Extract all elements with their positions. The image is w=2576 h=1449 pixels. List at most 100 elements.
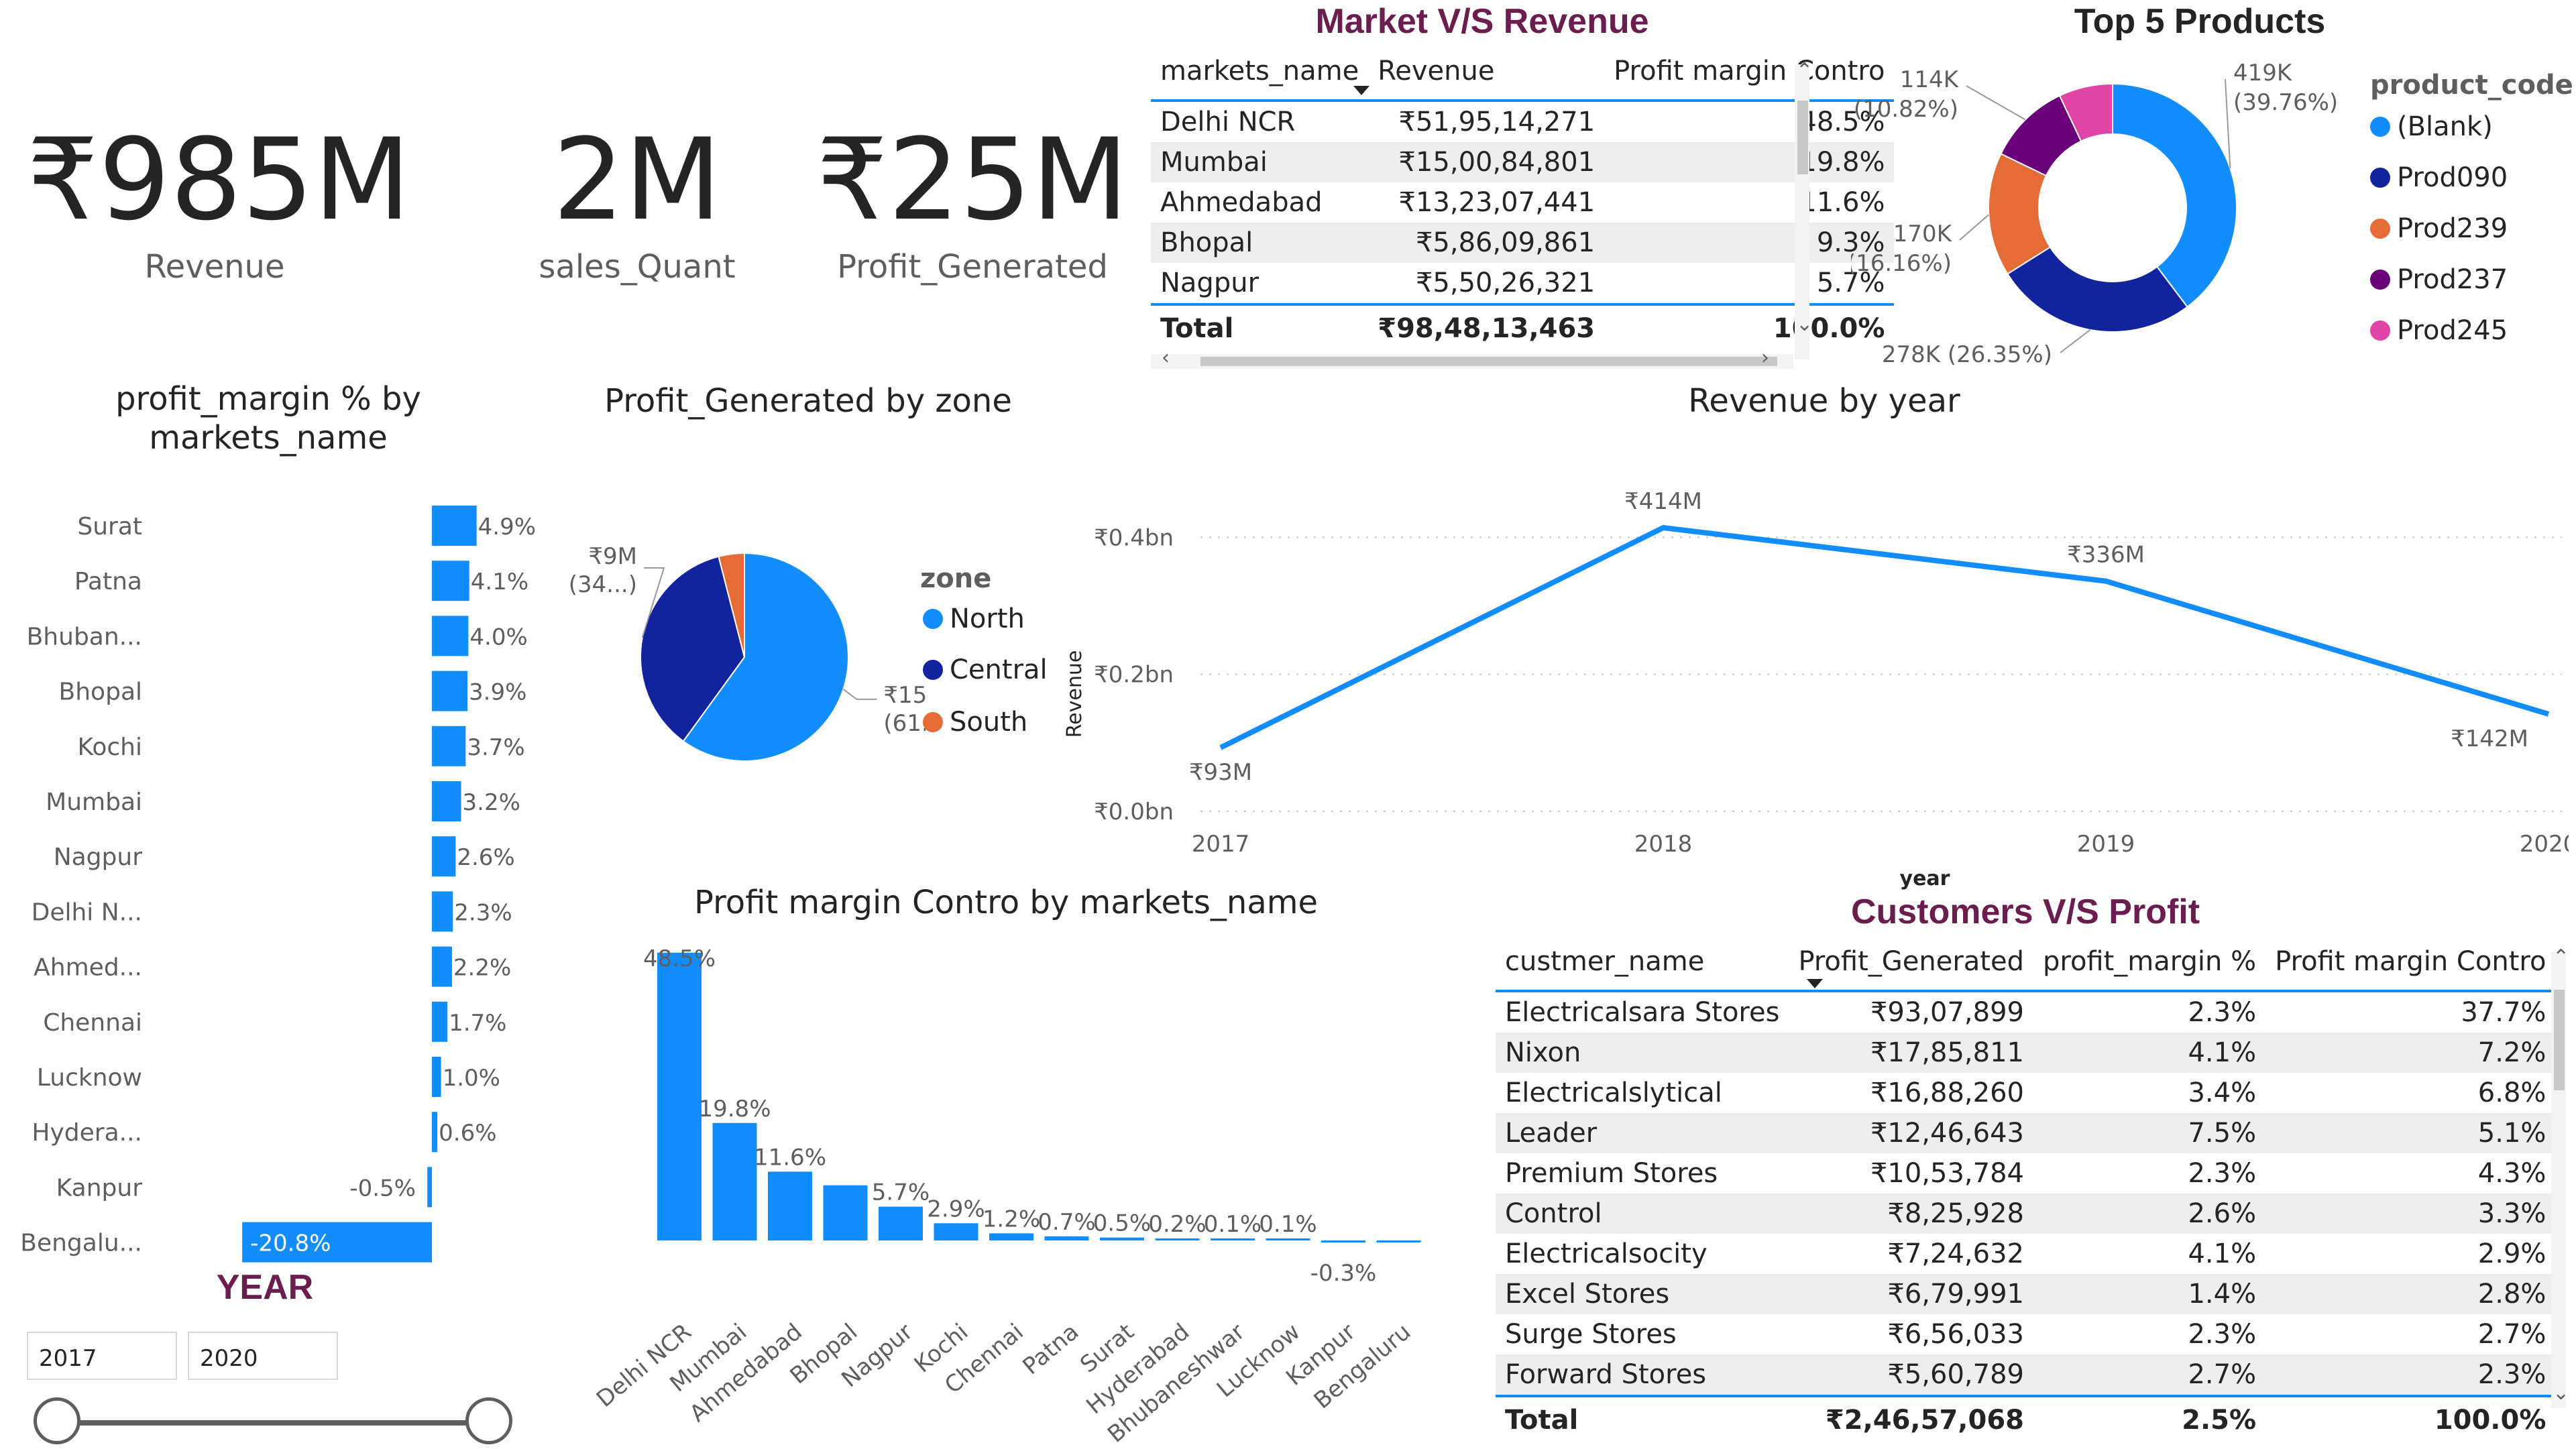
data-label: 4.0% (469, 624, 527, 650)
bar (432, 616, 469, 656)
slice-pct-label: (39.76%) (2233, 89, 2338, 116)
series-line (1219, 525, 2550, 750)
legend-item-north[interactable]: North (923, 603, 1025, 634)
table-row[interactable]: Control ₹8,25,928 2.6% 3.3% (1496, 1194, 2556, 1234)
bar (1044, 1236, 1089, 1240)
slice-value-label: 114K (1900, 66, 1960, 93)
customer-cell: Electricalsara Stores (1505, 997, 1780, 1028)
legend-item-prod245[interactable]: Prod245 (2370, 315, 2508, 346)
year-end-input[interactable]: 2020 (188, 1332, 338, 1380)
scroll-left-icon[interactable]: ‹ (1162, 346, 1170, 369)
legend-item-blank[interactable]: (Blank) (2370, 111, 2493, 142)
margin-col-header[interactable]: profit_margin % (2033, 933, 2266, 992)
scroll-right-icon[interactable]: › (1761, 346, 1769, 369)
contro-cell: 2.8% (2265, 1274, 2556, 1314)
scroll-down-icon[interactable]: ⌄ (2553, 1381, 2569, 1405)
market-table-title: Market V/S Revenue (1315, 2, 1649, 41)
bar (432, 946, 452, 987)
profit-margin-bar-chart[interactable]: Surat 4.9% Patna 4.1% Bhuban... 4.0% Bhopal 3.9… (0, 496, 550, 1267)
year-start-input[interactable]: 2017 (27, 1332, 177, 1380)
legend-dot-icon (923, 609, 943, 629)
category-label: Mumbai (46, 789, 142, 816)
category-label: Patna (74, 568, 142, 595)
margin-cell: 7.5% (2033, 1113, 2266, 1153)
bar (657, 952, 702, 1240)
table-row[interactable]: Electricalsocity ₹7,24,632 4.1% 2.9% (1496, 1234, 2555, 1274)
top5-products-donut-chart[interactable]: 419K (39.76%) 278K (26.35%) 170K (16.16%) 114… (1851, 40, 2374, 389)
table-row[interactable]: Bhopal ₹5,86,09,861 9.3% (1151, 223, 1895, 263)
margin-cell: 3.4% (2188, 1078, 2257, 1108)
sales-quant-kpi-label: sales_Quant (539, 248, 736, 286)
scroll-down-icon[interactable]: ⌄ (1796, 312, 1813, 336)
revenue-cell: ₹15,00,84,801 (1368, 142, 1605, 182)
zone-chart-title: Profit_Generated by zone (604, 382, 1012, 420)
contro-cell: 3.3% (2265, 1194, 2556, 1234)
legend-label: Central (950, 654, 1048, 685)
contro-cell: 6.8% (2477, 1078, 2546, 1108)
profit-kpi-value: ₹25M (816, 114, 1129, 245)
table-row[interactable]: Electricalslytical ₹16,88,260 3.4% 6.8% (1496, 1073, 2555, 1113)
year-slider-track[interactable] (58, 1420, 488, 1426)
legend-dot-icon (2370, 219, 2390, 239)
table-row[interactable]: Leader ₹12,46,643 7.5% 5.1% (1496, 1113, 2556, 1153)
profit-by-zone-pie-chart[interactable]: ₹15M(61.14%) ₹9M(34...) (563, 510, 926, 805)
horizontal-scrollbar-thumb[interactable] (1200, 357, 1777, 366)
data-label: 11.6% (754, 1144, 826, 1171)
category-label: Bhuban... (27, 623, 142, 650)
legend-item-prod237[interactable]: Prod237 (2370, 264, 2508, 295)
table-row[interactable]: Forward Stores ₹5,60,789 2.7% 2.3% (1496, 1354, 2556, 1396)
table-row[interactable]: Excel Stores ₹6,79,991 1.4% 2.8% (1496, 1274, 2556, 1314)
scroll-up-icon[interactable]: ⌃ (2553, 945, 2569, 969)
contro-col-header[interactable]: Profit margin Contro (2265, 933, 2556, 992)
scroll-up-icon[interactable]: ⌃ (1796, 59, 1813, 82)
bar (1376, 1240, 1421, 1242)
table-row[interactable]: Premium Stores ₹10,53,784 2.3% 4.3% (1496, 1153, 2555, 1194)
slice-value-label: 419K (2233, 60, 2293, 86)
legend-item-south[interactable]: South (923, 707, 1027, 738)
leader-line (2060, 329, 2091, 353)
revenue-col-header[interactable]: Revenue (1368, 43, 1605, 102)
profit-cell: ₹6,56,033 (1887, 1319, 2024, 1350)
legend-dot-icon (2370, 168, 2390, 188)
market-cell: Ahmedabad (1160, 187, 1323, 218)
profit-cell: ₹7,24,632 (1887, 1238, 2024, 1269)
data-label: -0.3% (1310, 1260, 1377, 1287)
legend-item-prod090[interactable]: Prod090 (2370, 162, 2508, 193)
table-row[interactable]: Mumbai ₹15,00,84,801 19.8% (1151, 142, 1895, 182)
table-row[interactable]: Nagpur ₹5,50,26,321 5.7% (1151, 263, 1894, 304)
legend-item-prod239[interactable]: Prod239 (2370, 213, 2508, 244)
customer-col-header[interactable]: custmer_name (1496, 933, 1789, 992)
legend-item-central[interactable]: Central (923, 654, 1048, 685)
profit-col-header[interactable]: Profit_Generated (1789, 933, 2033, 992)
profit-cell: ₹12,46,643 (1789, 1113, 2033, 1153)
sort-descending-icon[interactable] (1353, 86, 1369, 95)
table-row[interactable]: Surge Stores ₹6,56,033 2.3% 2.7% (1496, 1314, 2555, 1354)
revenue-kpi-value: ₹985M (27, 114, 411, 245)
market-col-header[interactable]: markets_name (1151, 43, 1369, 102)
customer-cell: Forward Stores (1496, 1354, 1789, 1396)
year-slider-end-handle[interactable] (465, 1397, 512, 1444)
profit-contro-bar-chart[interactable]: 48.5%Delhi NCR19.8%Mumbai11.6%AhmedabadB… (563, 932, 1449, 1448)
profit-cell: ₹17,85,811 (1789, 1033, 2033, 1073)
point-label: ₹414M (1624, 488, 1702, 515)
scrollbar-thumb[interactable] (2554, 990, 2565, 1090)
year-slider-start-handle[interactable] (34, 1397, 80, 1444)
data-label: 2.3% (454, 899, 512, 926)
revenue-kpi-label: Revenue (144, 248, 285, 286)
slice-value-label: ₹15M (883, 682, 926, 709)
customer-cell: Electricalsocity (1505, 1238, 1707, 1269)
table-row[interactable]: Ahmedabad ₹13,23,07,441 11.6% (1151, 182, 1894, 223)
market-cell: Delhi NCR (1160, 107, 1296, 137)
profit-cell: ₹16,88,260 (1870, 1078, 2024, 1108)
table-row[interactable]: Nixon ₹17,85,811 4.1% 7.2% (1496, 1033, 2556, 1073)
profit-cell: ₹93,07,899 (1870, 997, 2024, 1028)
sort-descending-icon[interactable] (1807, 979, 1823, 988)
scrollbar-thumb[interactable] (1797, 101, 1808, 174)
profit-margin-chart-title: profit_margin % by markets_name (54, 380, 483, 457)
profit-kpi-label: Profit_Generated (837, 248, 1108, 286)
customer-profit-table[interactable]: custmer_name Profit_Generated profit_mar… (1496, 933, 2556, 1443)
table-row[interactable]: Electricalsara Stores ₹93,07,899 2.3% 37.7% (1496, 991, 2555, 1033)
table-row[interactable]: Delhi NCR ₹51,95,14,271 48.5% (1151, 101, 1894, 142)
market-revenue-table[interactable]: markets_name Revenue Profit margin Contr… (1151, 43, 1895, 351)
revenue-by-year-line-chart[interactable]: ₹0.0bn ₹0.2bn ₹0.4bn Revenue ₹93M 2017 ₹414M 20… (1060, 456, 2569, 892)
